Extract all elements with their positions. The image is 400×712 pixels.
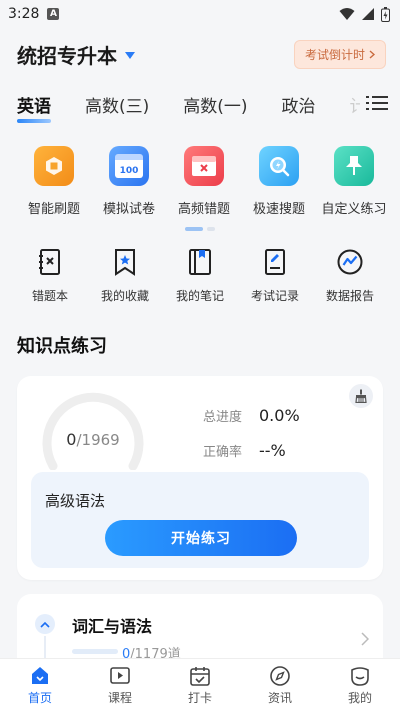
broom-icon <box>355 389 367 403</box>
app-header: 统招专升本 考试倒计时 <box>0 28 400 80</box>
chevron-up-icon <box>40 621 50 628</box>
tab-math-1[interactable]: 高数(一) <box>183 92 247 117</box>
accuracy-value: --% <box>259 441 286 460</box>
tool-notes[interactable]: 我的笔记 <box>164 247 236 304</box>
tool-label: 错题本 <box>31 289 68 303</box>
tool-mistake-book[interactable]: 错题本 <box>14 247 86 304</box>
feature-label: 智能刷题 <box>27 202 80 217</box>
nav-news[interactable]: 资讯 <box>240 659 320 712</box>
custom-practice-icon <box>334 146 374 186</box>
mock-exam-icon: 100 <box>109 146 149 186</box>
nav-label: 打卡 <box>187 691 212 705</box>
feature-label: 高频错题 <box>177 202 230 217</box>
nav-profile[interactable]: 我的 <box>320 659 400 712</box>
bookmark-icon <box>115 249 135 276</box>
tool-label: 考试记录 <box>250 289 299 303</box>
feature-mock-exam[interactable]: 100 模拟试卷 <box>93 146 165 217</box>
feature-label: 模拟试卷 <box>102 202 155 217</box>
tool-exam-records[interactable]: 考试记录 <box>239 247 311 304</box>
progress-gauge: 0/1969 <box>41 392 145 471</box>
done-count: 0 <box>66 430 77 449</box>
nav-course[interactable]: 课程 <box>80 659 160 712</box>
feature-label: 自定义练习 <box>321 202 387 217</box>
tool-label: 我的笔记 <box>175 289 224 303</box>
tab-math-3[interactable]: 高数(三) <box>85 92 149 117</box>
caret-down-icon <box>125 52 135 59</box>
frequent-mistakes-icon <box>184 146 224 186</box>
feature-label: 极速搜题 <box>252 202 305 217</box>
smart-practice-icon <box>34 146 74 186</box>
collapse-toggle[interactable] <box>35 614 55 634</box>
tab-menu-icon[interactable] <box>366 94 388 112</box>
battery-icon <box>381 6 390 22</box>
pager-dot-active <box>185 227 203 231</box>
progress-stat: 总进度 0.0% <box>203 406 300 425</box>
clock: 3:28 <box>8 6 40 22</box>
feature-grid: 智能刷题 100 模拟试卷 高频错题 极速搜题 自定义练习 <box>0 128 400 217</box>
tool-data-report[interactable]: 数据报告 <box>314 247 386 304</box>
practice-card: 0/1969 总进度 0.0% 正确率 --% 高级语法 开始练习 <box>17 376 383 580</box>
course-icon <box>110 667 130 684</box>
quick-search-icon <box>259 146 299 186</box>
start-practice-button[interactable]: 开始练习 <box>105 520 297 556</box>
profile-icon <box>351 667 369 686</box>
accuracy-stat: 正确率 --% <box>203 441 300 460</box>
chapter-progress-bar <box>72 649 118 654</box>
tool-bookmarks[interactable]: 我的收藏 <box>89 247 161 304</box>
feature-frequent-mistakes[interactable]: 高频错题 <box>168 146 240 217</box>
accuracy-label: 正确率 <box>203 445 243 460</box>
nav-checkin[interactable]: 打卡 <box>160 659 240 712</box>
nav-label: 课程 <box>107 691 132 705</box>
status-bar: 3:28 A <box>0 0 400 28</box>
tab-more[interactable]: 计 <box>350 92 360 117</box>
home-icon <box>32 667 48 684</box>
page-title: 统招专升本 <box>17 43 117 68</box>
mock-exam-badge: 100 <box>119 166 139 176</box>
mistake-book-icon <box>39 249 60 275</box>
countdown-label: 考试倒计时 <box>304 47 365 62</box>
pager-dot <box>207 227 215 231</box>
subject-tabs: 英语 高数(三) 高数(一) 政治 计 <box>0 80 400 128</box>
notification-icon: A <box>47 8 60 20</box>
stats: 总进度 0.0% 正确率 --% <box>203 406 300 476</box>
nav-label: 资讯 <box>267 691 292 705</box>
progress-label: 总进度 <box>203 410 243 425</box>
signal-icon <box>362 8 374 20</box>
tab-english[interactable]: 英语 <box>17 92 51 123</box>
feature-custom-practice[interactable]: 自定义练习 <box>318 146 390 217</box>
chevron-right-icon <box>369 49 375 59</box>
exam-type-selector[interactable]: 统招专升本 <box>17 40 135 69</box>
feature-quick-search[interactable]: 极速搜题 <box>243 146 315 217</box>
nav-label: 首页 <box>27 691 52 705</box>
data-report-icon <box>337 249 363 275</box>
topic-name: 高级语法 <box>45 492 106 510</box>
nav-home[interactable]: 首页 <box>0 659 80 712</box>
tools-row: 错题本 我的收藏 我的笔记 考试记录 数据报告 <box>0 231 400 304</box>
tab-politics[interactable]: 政治 <box>282 92 316 117</box>
feature-smart-practice[interactable]: 智能刷题 <box>18 146 90 217</box>
section-title: 知识点练习 <box>17 336 107 357</box>
chapter-title: 词汇与语法 <box>72 617 153 636</box>
progress-value: 0.0% <box>259 406 300 425</box>
checkin-icon <box>190 667 210 686</box>
current-topic-panel: 高级语法 开始练习 <box>31 472 369 568</box>
chevron-right-icon <box>361 632 369 646</box>
compass-icon <box>270 666 290 686</box>
exam-countdown-button[interactable]: 考试倒计时 <box>293 39 386 69</box>
wifi-icon <box>339 8 355 20</box>
tool-label: 数据报告 <box>325 289 374 303</box>
gauge-value: 0/1969 <box>41 430 145 449</box>
nav-label: 我的 <box>347 691 372 705</box>
notes-icon <box>189 249 211 275</box>
tool-label: 我的收藏 <box>100 289 149 303</box>
clear-progress-button[interactable] <box>349 384 373 408</box>
bottom-nav: 首页 课程 打卡 资讯 我的 <box>0 658 400 712</box>
total-count: /1969 <box>76 431 120 449</box>
exam-record-icon <box>265 249 285 275</box>
